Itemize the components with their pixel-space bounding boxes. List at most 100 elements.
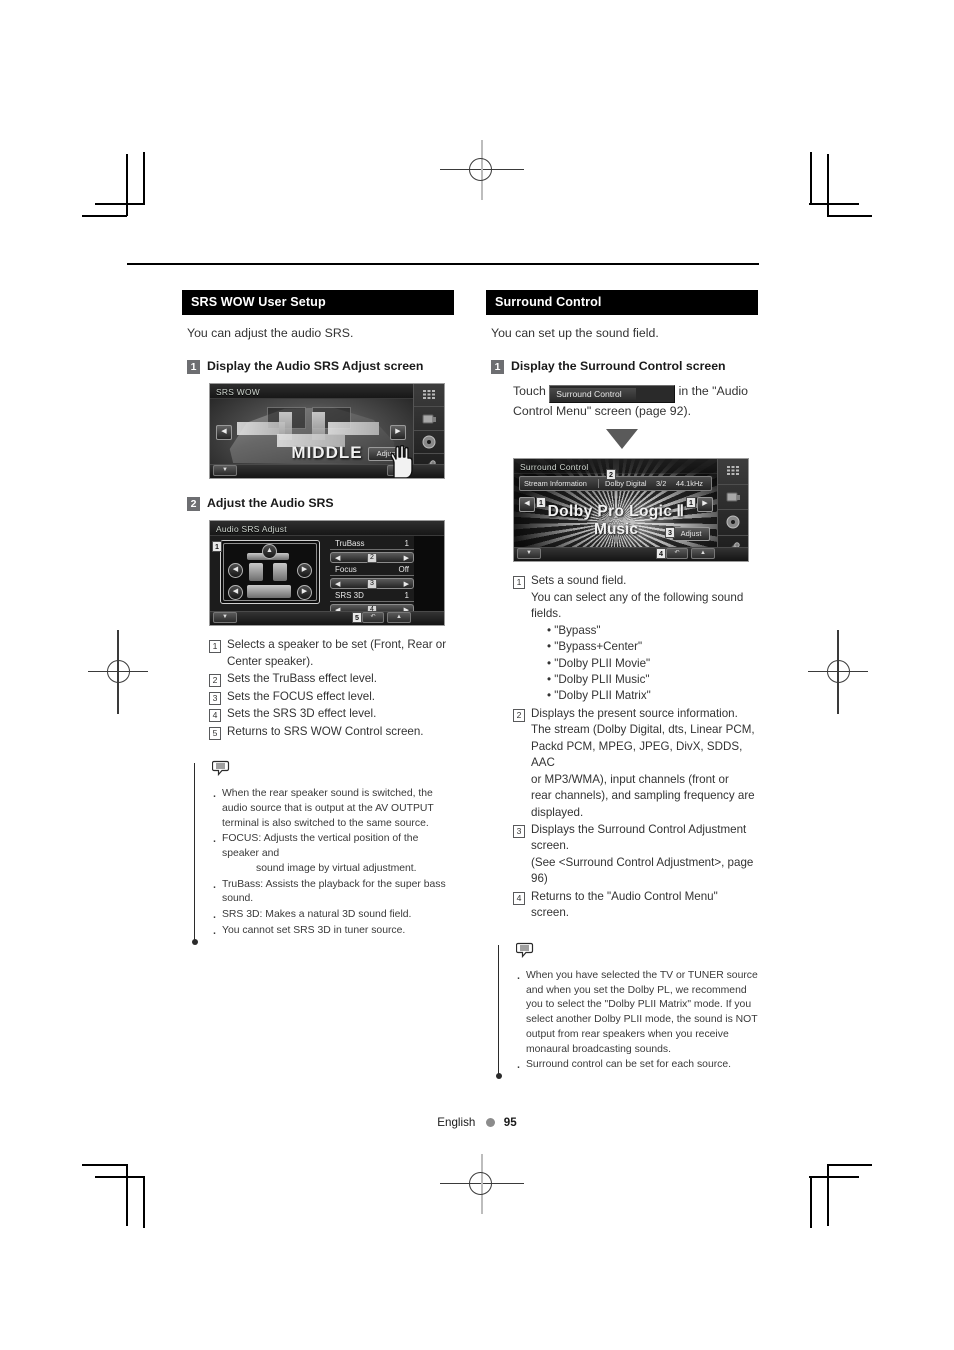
trubass-decrease-button[interactable]: ◀ (335, 554, 340, 562)
surround-desc-text-2-l3: or MP3/WMA), input channels (front or (531, 772, 729, 786)
desc-row-1: 1 Selects a speaker to be set (Front, Re… (209, 637, 454, 670)
note-rule-left (194, 763, 195, 941)
speaker-position-selector[interactable]: ▲ ◀ ▶ ◀ ▶ (220, 540, 320, 605)
tv-icon[interactable] (414, 407, 444, 431)
srs-wow-volume-down-button[interactable]: ▼ (213, 464, 237, 476)
surround-step-1-number: 1 (491, 359, 504, 374)
surround-sidebar (717, 459, 748, 562)
focus-label-row: Focus Off (330, 565, 414, 577)
srs-wow-screenshot: SRS WOW ◀ ▶ MIDDLE Adjust ▼ (209, 382, 445, 479)
surround-note-item-1: When you have selected the TV or TUNER s… (514, 967, 758, 1058)
surround-desc-text-1: Sets a sound field. (531, 574, 627, 588)
disc-icon[interactable] (718, 510, 748, 536)
section-title-srs-wow: SRS WOW User Setup (182, 290, 454, 315)
step-2-srs: 2 Adjust the Audio SRS (187, 496, 454, 511)
sound-field-option-plii-music: • "Dolby PLII Music" (547, 672, 650, 686)
focus-control: Focus Off ◀ 3 ▶ (330, 565, 414, 590)
sound-arrow-left (236, 421, 286, 435)
srs-wow-next-button[interactable]: ▶ (390, 425, 406, 441)
crop-mark-top-left-h2 (82, 215, 127, 217)
sound-field-name: Dolby Pro Logic (547, 503, 673, 521)
stream-channels: 3/2 (656, 479, 667, 489)
keypad-icon[interactable] (718, 459, 748, 485)
focus-stepper[interactable]: ◀ 3 ▶ (330, 578, 414, 590)
surround-volume-up-button[interactable]: ▲ (691, 548, 715, 560)
surround-desc-text-4: Returns to the "Audio Control Menu" scre… (531, 889, 718, 920)
audio-srs-adjust-screenshot: Audio SRS Adjust 1 ▲ ◀ ▶ ◀ ▶ TruBass 1 ◀… (209, 520, 445, 627)
left-column: SRS WOW User Setup You can adjust the au… (182, 290, 454, 945)
surround-desc-text-2-l1: The stream (Dolby Digital, dts, Linear P… (531, 723, 755, 737)
surround-note-item-2: Surround control can be set for each sou… (514, 1056, 758, 1077)
surround-note-box: When you have selected the TV or TUNER s… (495, 942, 758, 1080)
crop-mark-bottom-left-v2 (126, 1164, 128, 1226)
flow-down-arrow-icon (606, 429, 638, 450)
srs-wow-prev-button[interactable]: ◀ (216, 425, 232, 441)
surround-desc-row-1: 1 Sets a sound field. You can select any… (513, 573, 758, 705)
surround-return-button[interactable]: ↶ (666, 548, 688, 560)
footer-dot-icon (485, 1118, 495, 1127)
crop-mark-top-right-v2 (827, 154, 829, 216)
trubass-increase-button[interactable]: ▶ (404, 554, 409, 562)
callout-speaker-box: 1 (212, 541, 222, 553)
surround-adjust-button[interactable]: Adjust (672, 527, 710, 542)
surround-desc-text-2-l5: displayed. (531, 805, 584, 819)
step-2-number: 2 (187, 496, 200, 511)
footer-page-number: 95 (503, 1116, 517, 1129)
trubass-stepper[interactable]: ◀ 2 ▶ (330, 552, 414, 564)
surround-step-1-title: Display the Surround Control screen (511, 358, 726, 373)
srs-note-item-5: You cannot set SRS 3D in tuner source. (210, 922, 454, 943)
keypad-icon[interactable] (414, 384, 444, 408)
note-speech-bubble-icon (515, 942, 758, 963)
desc-row-4: 4 Sets the SRS 3D effect level. (209, 706, 454, 723)
surround-title: Surround Control (520, 462, 589, 473)
focus-increase-button[interactable]: ▶ (404, 580, 409, 588)
stream-format: Dolby Digital (605, 479, 647, 489)
header-rule (127, 263, 759, 265)
touch-suffix-1: in the "Audio (678, 383, 748, 398)
focus-decrease-button[interactable]: ◀ (335, 580, 340, 588)
surround-desc-text-2-l2: Packd PCM, MPEG, JPEG, DivX, SDDS, AAC (531, 739, 743, 770)
surround-desc-text-3: Displays the Surround Control Adjustment (531, 823, 747, 837)
front-seat-right (273, 563, 287, 582)
srs-adjust-volume-up-button[interactable]: ▲ (387, 612, 411, 624)
surround-note-rule-left (498, 944, 499, 1076)
stream-information-label: Stream Information (524, 479, 587, 489)
footer-inner: English 95 (437, 1116, 516, 1129)
surround-desc-text-2: Displays the present source information. (531, 706, 738, 720)
surround-note-end-dot (495, 1073, 502, 1080)
srs-note-item-1: When the rear speaker sound is switched,… (210, 785, 454, 831)
surround-desc-text-2-l4: rear channels), and sampling frequency a… (531, 789, 755, 803)
footer-language: English (437, 1116, 476, 1129)
desc-row-5: 5 Returns to SRS WOW Control screen. (209, 724, 454, 740)
crop-mark-bottom-left-h (95, 1176, 145, 1178)
srs-note-item-2: FOCUS: Adjusts the vertical position of … (210, 830, 454, 876)
surround-desc-number-1: 1 (513, 576, 525, 590)
srs-wow-position-label: MIDDLE (291, 442, 363, 462)
note-end-dot (191, 938, 198, 945)
sound-field-option-plii-movie: • "Dolby PLII Movie" (547, 656, 651, 670)
callout-trubass: 2 (367, 552, 377, 563)
desc-number-2: 2 (209, 674, 221, 688)
srs-note-item-3: TruBass: Assists the playback for the su… (210, 876, 454, 908)
front-seat-left (249, 563, 263, 582)
disc-icon[interactable] (414, 431, 444, 455)
surround-control-button-label: Surround Control (550, 387, 637, 401)
step-2-title: Adjust the Audio SRS (207, 495, 334, 510)
tv-icon[interactable] (718, 485, 748, 511)
surround-control-button-chip[interactable]: Surround Control (549, 384, 676, 404)
srs3d-label: SRS 3D (335, 591, 364, 601)
crop-mark-top-left-v (143, 152, 145, 204)
desc-text-1-cont: Center speaker). (227, 654, 314, 668)
srs-adjust-return-button[interactable]: ↶ (362, 612, 384, 624)
callout-stream: 2 (606, 469, 616, 481)
srs-adjust-volume-down-button[interactable]: ▼ (213, 612, 237, 624)
desc-number-1: 1 (209, 640, 221, 654)
desc-row-2: 2 Sets the TruBass effect level. (209, 671, 454, 688)
note-speech-bubble-icon (211, 760, 454, 781)
surround-note-list: When you have selected the TV or TUNER s… (514, 967, 758, 1078)
page-footer: English 95 (0, 1113, 954, 1131)
desc-row-3: 3 Sets the FOCUS effect level. (209, 689, 454, 705)
callout-left-arrow: 1 (536, 497, 546, 509)
sound-field-option-bypass: • "Bypass" (547, 623, 601, 637)
surround-volume-down-button[interactable]: ▼ (517, 548, 541, 560)
